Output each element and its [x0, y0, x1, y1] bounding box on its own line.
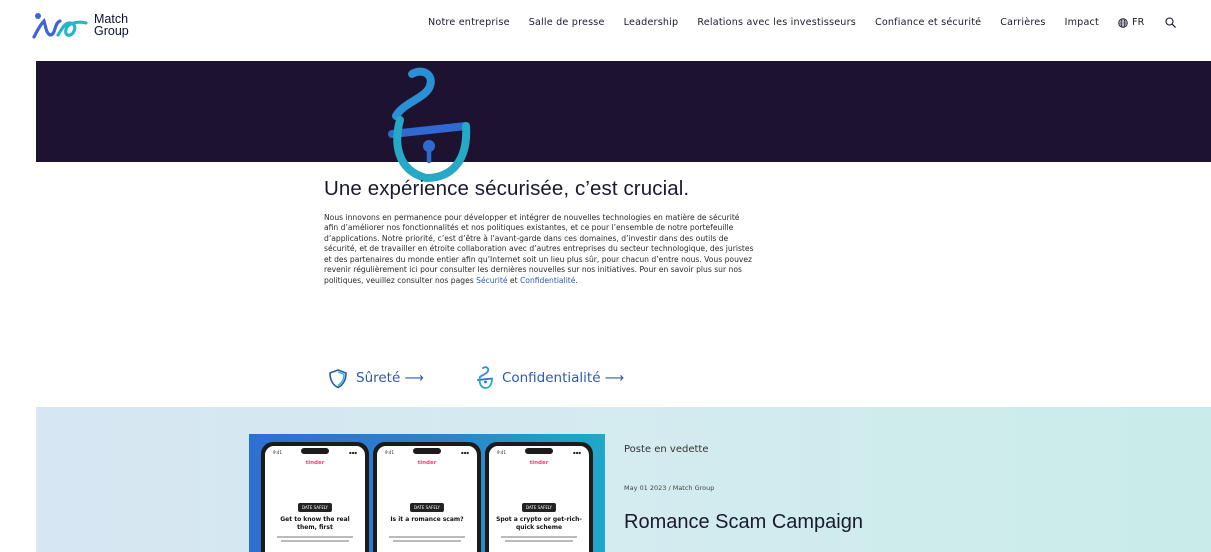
search-button[interactable]: [1165, 17, 1176, 28]
site-header: Match Group Notre entreprise Salle de pr…: [0, 0, 1211, 50]
shield-icon: [329, 368, 347, 388]
nav-item-leadership[interactable]: Leadership: [624, 17, 679, 28]
date-safely-badge: DATE SAFELY: [410, 503, 444, 512]
phone-text-line: [501, 536, 577, 538]
phone-status-bar: 9:41 ▪▪▪: [497, 450, 581, 455]
language-selector[interactable]: FR: [1118, 17, 1145, 28]
tinder-logo: tinder: [417, 460, 437, 466]
signal-icon: ▪▪▪: [460, 450, 469, 455]
main-nav: Notre entreprise Salle de presse Leaders…: [428, 17, 1176, 28]
lock-icon: [388, 67, 471, 183]
featured-post-title[interactable]: Romance Scam Campaign: [624, 511, 863, 534]
phone-time: 9:41: [497, 450, 506, 455]
phone-mockup: 9:41 ▪▪▪ tinder DATE SAFELY Is it a roman…: [373, 442, 481, 552]
hero-banner: [36, 61, 1211, 162]
tinder-logo: tinder: [305, 460, 325, 466]
phone-time: 9:41: [385, 450, 394, 455]
language-label: FR: [1131, 17, 1145, 28]
tinder-logo: tinder: [529, 460, 549, 466]
search-icon: [1165, 17, 1176, 28]
phone-text-line: [393, 540, 461, 542]
privacy-page-link[interactable]: Confidentialité: [520, 276, 575, 285]
nav-item-impact[interactable]: Impact: [1065, 17, 1099, 28]
intro-end-punct: .: [575, 275, 578, 285]
privacy-link[interactable]: Confidentialité ⟶: [476, 366, 624, 390]
phone-text-line: [281, 540, 349, 542]
phone-screen: 9:41 ▪▪▪ tinder DATE SAFELY Get to know t…: [265, 446, 365, 552]
globe-icon: [1118, 17, 1128, 28]
featured-post-label: Poste en vedette: [624, 444, 709, 455]
safety-link-label: Sûreté ⟶: [356, 370, 424, 386]
intro-conjunction: et: [509, 275, 518, 285]
match-group-logo[interactable]: Match Group: [32, 11, 129, 39]
match-group-logo-mark: [32, 13, 88, 39]
date-safely-badge: DATE SAFELY: [522, 503, 556, 512]
intro-body-text: Nous innovons en permanence pour dévelop…: [324, 213, 754, 285]
nav-item-notre-entreprise[interactable]: Notre entreprise: [428, 17, 510, 28]
featured-post-meta: May 01 2023 / Match Group: [624, 484, 715, 492]
nav-item-salle-de-presse[interactable]: Salle de presse: [529, 17, 605, 28]
phone-screen: 9:41 ▪▪▪ tinder DATE SAFELY Spot a crypto…: [489, 446, 589, 552]
nav-item-confiance-securite[interactable]: Confiance et sécurité: [875, 17, 981, 28]
nav-item-carrieres[interactable]: Carrières: [1000, 17, 1045, 28]
nav-item-relations-investisseurs[interactable]: Relations avec les investisseurs: [697, 17, 856, 28]
section-links: Sûreté ⟶ Confidentialité ⟶: [328, 366, 624, 390]
security-page-link[interactable]: Sécurité: [476, 276, 507, 285]
phone-status-bar: 9:41 ▪▪▪: [273, 450, 357, 455]
signal-icon: ▪▪▪: [348, 450, 357, 455]
phone-status-bar: 9:41 ▪▪▪: [385, 450, 469, 455]
phone-text-line: [505, 540, 573, 542]
phone-headline: Is it a romance scam?: [390, 516, 464, 523]
featured-post-image[interactable]: 9:41 ▪▪▪ tinder DATE SAFELY Get to know t…: [249, 434, 605, 552]
date-safely-badge: DATE SAFELY: [298, 503, 332, 512]
intro-section: Une expérience sécurisée, c’est crucial.…: [324, 177, 754, 286]
phone-text-line: [389, 536, 465, 538]
brand-name: Match Group: [94, 13, 129, 38]
signal-icon: ▪▪▪: [572, 450, 581, 455]
phone-mockup: 9:41 ▪▪▪ tinder DATE SAFELY Spot a crypto…: [485, 442, 593, 552]
phone-headline: Get to know the real them, first: [280, 516, 350, 531]
privacy-link-label: Confidentialité ⟶: [501, 370, 625, 386]
phone-headline: Spot a crypto or get-rich-quick scheme: [496, 516, 582, 531]
safety-link[interactable]: Sûreté ⟶: [328, 368, 424, 389]
intro-paragraph: Nous innovons en permanence pour dévelop…: [324, 213, 756, 286]
phone-mockup: 9:41 ▪▪▪ tinder DATE SAFELY Get to know t…: [261, 442, 369, 552]
brand-name-line2: Group: [94, 24, 129, 38]
phone-screen: 9:41 ▪▪▪ tinder DATE SAFELY Is it a roman…: [377, 446, 477, 552]
phone-time: 9:41: [273, 450, 282, 455]
phone-text-line: [277, 536, 353, 538]
lock-icon: [477, 366, 493, 389]
page-title: Une expérience sécurisée, c’est crucial.: [324, 177, 690, 200]
